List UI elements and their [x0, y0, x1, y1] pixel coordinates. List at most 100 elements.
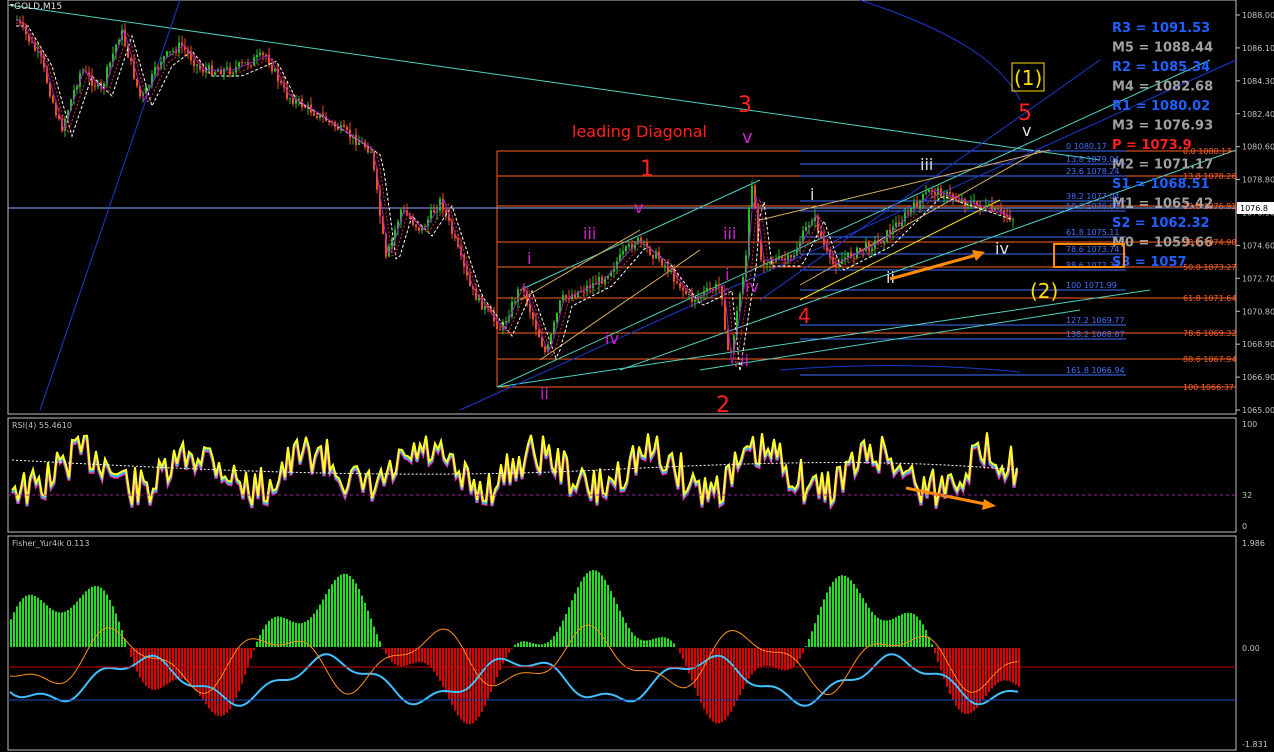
candle-body: [721, 285, 723, 300]
fisher-bar-negative: [751, 648, 753, 675]
price-tick-label: 1072.70: [1242, 274, 1274, 283]
fisher-bar-positive: [919, 619, 921, 647]
fisher-bar-positive: [817, 614, 819, 647]
fisher-bar-negative: [214, 648, 216, 715]
candle-body: [925, 192, 927, 195]
fisher-bar-negative: [463, 648, 465, 723]
price-tick-label: 1088.00: [1242, 11, 1274, 20]
fisher-bar-negative: [211, 648, 213, 712]
fisher-bar-positive: [655, 638, 657, 647]
fisher-bar-positive: [364, 602, 366, 647]
fisher-bar-positive: [553, 636, 555, 647]
minor-wave-i-label: i: [810, 185, 814, 204]
fisher-bar-positive: [889, 619, 891, 647]
fisher-bar-negative: [496, 648, 498, 678]
pivot-label: S2 = 1062.32: [1112, 216, 1210, 231]
rsi-axis-0: 0: [1242, 522, 1247, 531]
candle-body: [694, 299, 696, 302]
candle-body: [982, 208, 984, 210]
fisher-bar-positive: [58, 612, 60, 647]
fisher-bar-positive: [844, 575, 846, 647]
fisher-bar-positive: [355, 583, 357, 647]
fisher-bar-negative: [220, 648, 222, 717]
candle-body: [250, 65, 252, 67]
fisher-bar-positive: [925, 630, 927, 647]
fisher-bar-positive: [670, 640, 672, 647]
fisher-bar-negative: [769, 648, 771, 667]
candle-body: [109, 62, 111, 68]
fisher-bar-negative: [427, 648, 429, 666]
candle-body: [928, 189, 930, 193]
fisher-bar-positive: [271, 618, 273, 647]
fisher-bar-positive: [628, 628, 630, 647]
fisher-bar-positive: [661, 637, 663, 647]
fisher-bar-positive: [31, 594, 33, 647]
candle-body: [940, 188, 942, 199]
fisher-bar-negative: [247, 648, 249, 667]
fisher-bar-positive: [535, 643, 537, 647]
fisher-bar-positive: [835, 578, 837, 647]
candle-body: [943, 197, 945, 199]
fisher-bar-negative: [772, 648, 774, 667]
fib-left-label: 100 1071.99: [1066, 281, 1117, 290]
fisher-bar-negative: [250, 648, 252, 659]
candle-body: [523, 289, 525, 292]
fisher-bar-negative: [130, 648, 132, 657]
fisher-bar-positive: [532, 643, 534, 647]
candle-body: [343, 125, 345, 128]
candle-body: [94, 85, 96, 87]
candle-body: [505, 321, 507, 323]
fisher-bar-negative: [712, 648, 714, 722]
fisher-bar-negative: [715, 648, 717, 724]
fisher-bar-positive: [592, 570, 594, 647]
fisher-bar-negative: [1012, 648, 1014, 683]
fisher-bar-negative: [502, 648, 504, 664]
candle-body: [853, 257, 855, 259]
fib-left-label: 127.2 1069.77: [1066, 316, 1125, 325]
minor-wave-v-label: v: [1022, 121, 1031, 140]
fisher-bar-negative: [151, 648, 153, 690]
candle-body: [544, 346, 546, 352]
fisher-bar-negative: [472, 648, 474, 724]
fib-right-label: 100 1066.37: [1183, 383, 1234, 392]
candle-body: [514, 301, 516, 303]
candle-body: [166, 51, 168, 57]
candle-body: [259, 52, 261, 56]
fisher-bar-negative: [934, 648, 936, 654]
trading-chart: GOLD,M15 1088.001086.101084.301082.40108…: [7, 0, 1274, 751]
fisher-bar-positive: [19, 601, 21, 647]
sub-wave-i-label: i: [527, 249, 531, 268]
fisher-bar-positive: [310, 617, 312, 647]
main-price-panel: [7, 0, 1237, 415]
candle-body: [313, 112, 315, 116]
fisher-bar-positive: [646, 640, 648, 647]
fisher-bar-negative: [727, 648, 729, 717]
fisher-bar-positive: [514, 644, 516, 647]
fisher-axis-max: 1.986: [1242, 539, 1265, 548]
candle-body: [808, 225, 810, 227]
fisher-bar-positive: [649, 639, 651, 647]
fisher-bar-positive: [886, 620, 888, 647]
rsi-axis-100: 100: [1242, 420, 1257, 429]
fisher-bar-negative: [475, 648, 477, 721]
fisher-bar-negative: [391, 648, 393, 662]
candle-body: [673, 269, 675, 282]
price-tick-label: 1084.30: [1242, 77, 1274, 86]
fisher-bar-negative: [757, 648, 759, 669]
fisher-bar-positive: [103, 590, 105, 647]
fisher-bar-negative: [700, 648, 702, 703]
fisher-bar-positive: [322, 599, 324, 647]
candle-body: [997, 207, 999, 210]
candle-body: [643, 241, 645, 243]
fisher-bar-positive: [349, 575, 351, 647]
fisher-bar-negative: [1009, 648, 1011, 682]
fisher-bar-negative: [997, 648, 999, 683]
candle-body: [418, 227, 420, 231]
price-tick-label: 1068.90: [1242, 340, 1274, 349]
fisher-bar-positive: [640, 639, 642, 647]
fisher-bar-positive: [931, 644, 933, 647]
fisher-bar-positive: [106, 594, 108, 647]
fisher-bar-positive: [22, 598, 24, 647]
fisher-bar-positive: [379, 641, 381, 647]
fisher-bar-positive: [79, 597, 81, 647]
